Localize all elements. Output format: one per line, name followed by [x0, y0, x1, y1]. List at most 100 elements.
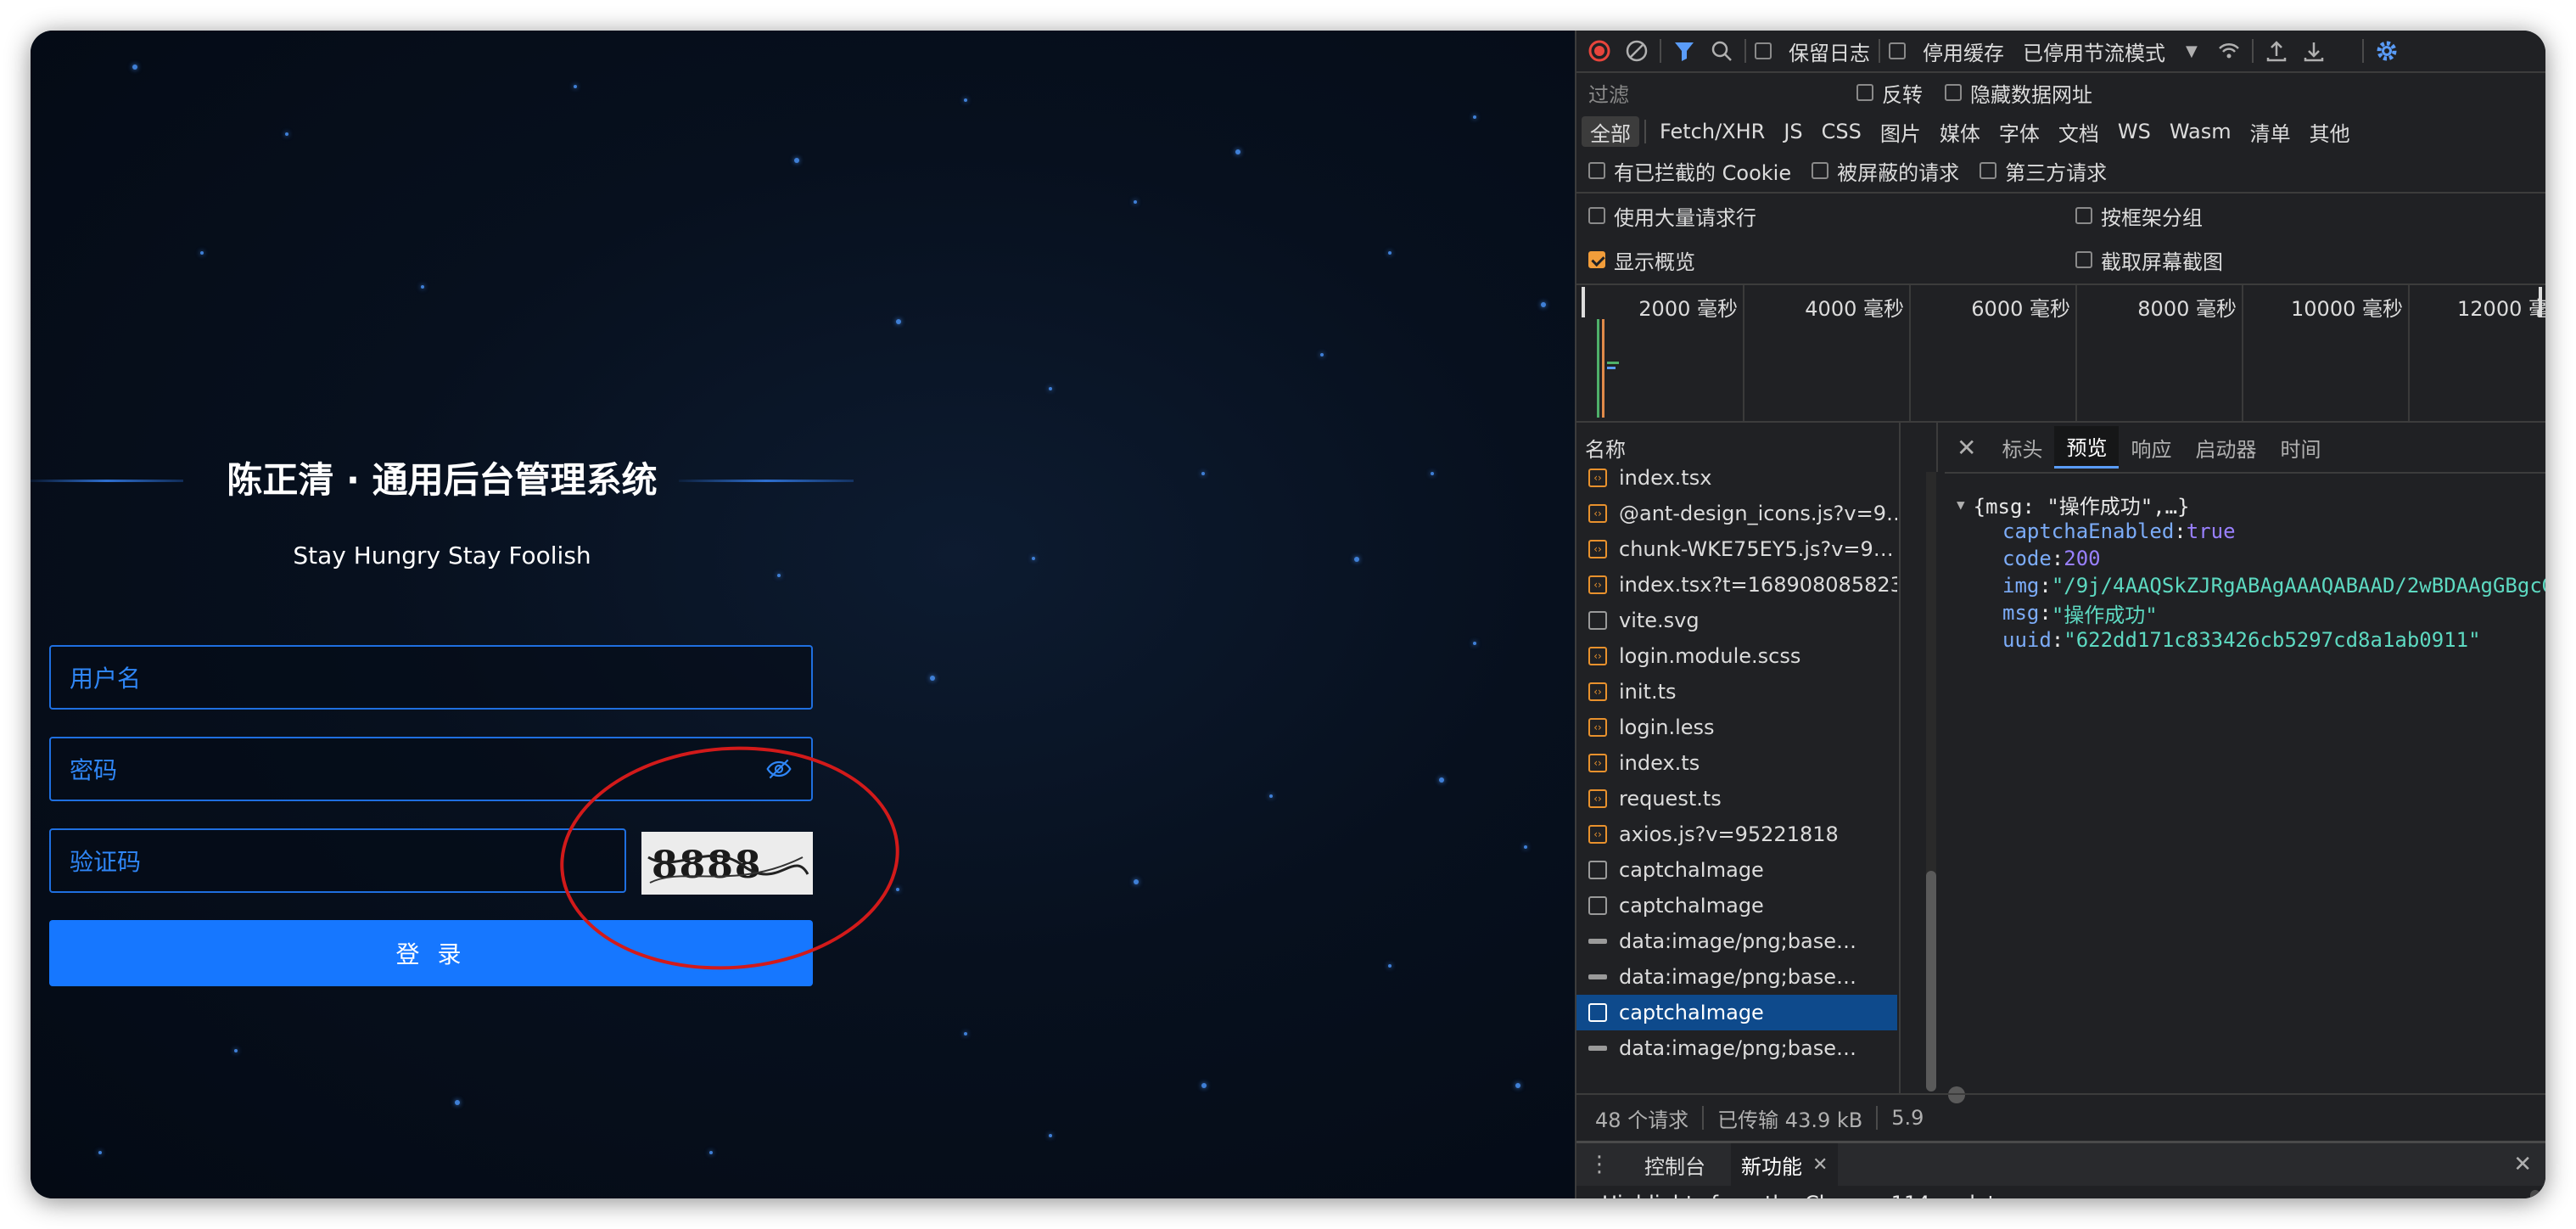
blocked-cookies-checkbox[interactable]	[1588, 162, 1605, 179]
type-filter-2[interactable]: JS	[1775, 116, 1811, 147]
show-overview-checkbox[interactable]	[1588, 251, 1605, 268]
whats-new-headline[interactable]: Highlights from the Chrome 114 update	[1602, 1192, 2008, 1198]
scrollbar-thumb[interactable]	[1926, 871, 1936, 1092]
preview-field-row[interactable]: captchaEnabled: true	[1945, 518, 2545, 545]
request-row[interactable]: ‹› login.module.scss	[1576, 638, 1897, 674]
export-har-icon[interactable]	[2299, 36, 2328, 65]
import-har-icon[interactable]	[2262, 36, 2291, 65]
close-drawer-icon[interactable]: ✕	[2513, 1152, 2532, 1177]
preview-field-row[interactable]: code: 200	[1945, 545, 2545, 572]
type-filter-9[interactable]: Wasm	[2161, 116, 2240, 147]
request-row[interactable]: vite.svg	[1576, 603, 1897, 638]
request-row[interactable]: ‹› chunk-WKE75EY5.js?v=9…	[1576, 531, 1897, 567]
page-title: 陈正清 · 通用后台管理系统	[227, 459, 658, 501]
timeline-tick-label: 6000 毫秒	[1971, 297, 2070, 321]
chevron-down-icon[interactable]: ▼	[2186, 42, 2198, 60]
request-row[interactable]: data:image/png;base…	[1576, 959, 1897, 995]
type-filter-7[interactable]: 文档	[2050, 116, 2108, 147]
request-name: index.tsx?t=1689080858232	[1619, 573, 1897, 597]
big-request-rows-checkbox[interactable]	[1588, 207, 1605, 224]
request-row[interactable]: ‹› index.tsx?t=1689080858232	[1576, 567, 1897, 603]
request-row[interactable]: ‹› index.tsx	[1576, 460, 1897, 496]
timeline-tick-label: 12000 毫秒	[2457, 297, 2545, 321]
preview-field-row[interactable]: msg: "操作成功"	[1945, 599, 2545, 627]
filter-icon[interactable]	[1670, 36, 1699, 65]
close-tab-icon[interactable]: ✕	[1812, 1154, 1828, 1176]
request-name: login.module.scss	[1619, 644, 1801, 668]
preserve-log-label: 保留日志	[1789, 41, 1870, 65]
column-divider[interactable]	[1899, 423, 1901, 1093]
star	[98, 1151, 102, 1154]
request-row[interactable]: ‹› request.ts	[1576, 781, 1897, 817]
request-name: captchaImage	[1619, 858, 1764, 882]
type-filter-6[interactable]: 字体	[1991, 116, 2048, 147]
detail-tab-1[interactable]: 预览	[2054, 426, 2120, 469]
type-filter-3[interactable]: CSS	[1813, 116, 1870, 147]
type-filter-11[interactable]: 其他	[2301, 116, 2359, 147]
captcha-input[interactable]: 验证码	[49, 828, 626, 893]
whats-new-content: Highlights from the Chrome 114 update	[1576, 1187, 2545, 1198]
type-filter-1[interactable]: Fetch/XHR	[1651, 116, 1773, 147]
detail-tab-2[interactable]: 响应	[2119, 426, 2183, 469]
request-row[interactable]: ‹› @ant-design_icons.js?v=9…	[1576, 496, 1897, 531]
preview-field-row[interactable]: img: "/9j/4AAQSkZJRgABAgAAAQABAAD/2wBDAA…	[1945, 572, 2545, 599]
type-filter-4[interactable]: 图片	[1872, 116, 1929, 147]
request-row[interactable]: ‹› init.ts	[1576, 674, 1897, 710]
timeline-bar	[1607, 362, 1619, 364]
preserve-log-checkbox[interactable]	[1755, 42, 1772, 59]
star	[1134, 879, 1139, 884]
request-name: axios.js?v=95221818	[1619, 822, 1839, 846]
preview-field-row[interactable]: uuid: "622dd171c833426cb5297cd8a1ab0911"	[1945, 626, 2545, 654]
preview-summary-row[interactable]: ▼ {msg: "操作成功",…}	[1945, 491, 2545, 519]
request-row[interactable]: captchaImage	[1576, 852, 1897, 888]
invert-checkbox[interactable]	[1856, 84, 1873, 101]
drawer-tab-whats-new[interactable]: 新功能 ✕	[1731, 1143, 1839, 1186]
request-row[interactable]: captchaImage	[1576, 888, 1897, 923]
network-conditions-icon[interactable]	[2215, 36, 2243, 65]
request-row[interactable]: ‹› axios.js?v=95221818	[1576, 817, 1897, 852]
search-icon[interactable]	[1707, 36, 1736, 65]
drawer-tab-console[interactable]: 控制台	[1634, 1150, 1716, 1180]
settings-gear-icon[interactable]	[2372, 36, 2401, 65]
group-by-frame-checkbox[interactable]	[2075, 207, 2092, 224]
request-row[interactable]: data:image/png;base…	[1576, 1030, 1897, 1066]
request-name: login.less	[1619, 716, 1715, 739]
detail-tab-3[interactable]: 启动器	[2183, 426, 2268, 469]
request-row[interactable]: captchaImage	[1576, 995, 1897, 1030]
detail-tab-0[interactable]: 标头	[1990, 426, 2054, 469]
star	[285, 132, 288, 136]
timeline-handle-left[interactable]	[1582, 287, 1585, 317]
request-row[interactable]: ‹› login.less	[1576, 710, 1897, 745]
detail-tab-4[interactable]: 时间	[2268, 426, 2332, 469]
record-stop-icon[interactable]	[1585, 36, 1614, 65]
star	[1032, 557, 1035, 560]
star	[200, 251, 204, 255]
star	[1431, 472, 1434, 475]
close-detail-icon[interactable]: ✕	[1957, 434, 1976, 462]
preview-field-value: "/9j/4AAQSkZJRgABAgAAAQABAAD/2wBDAAgGBgc…	[2051, 574, 2545, 598]
hide-data-urls-checkbox[interactable]	[1945, 84, 1962, 101]
username-input[interactable]: 用户名	[49, 645, 813, 710]
third-party-checkbox[interactable]	[1980, 162, 1997, 179]
request-row[interactable]: ‹› index.ts	[1576, 745, 1897, 781]
clear-icon[interactable]	[1622, 36, 1651, 65]
blocked-requests-checkbox[interactable]	[1812, 162, 1829, 179]
drawer-scrollbar[interactable]	[2530, 1190, 2540, 1198]
throttling-select[interactable]: 已停用节流模式	[2023, 36, 2165, 66]
capture-screenshots-checkbox[interactable]	[2075, 251, 2092, 268]
disable-cache-checkbox[interactable]	[1889, 42, 1906, 59]
request-list-scrollbar[interactable]	[1926, 472, 1936, 1092]
request-row[interactable]: data:image/png;base…	[1576, 923, 1897, 959]
expand-triangle-icon[interactable]: ▼	[1957, 497, 1965, 513]
star	[1515, 1083, 1520, 1088]
type-filter-8[interactable]: WS	[2109, 116, 2159, 147]
star	[1269, 794, 1273, 798]
more-menu-icon[interactable]: ⋮	[1588, 1152, 1610, 1177]
filter-input[interactable]: 过滤	[1588, 78, 1856, 108]
timeline-handle-right[interactable]	[2539, 287, 2542, 317]
star	[1388, 964, 1392, 968]
script-file-icon: ‹›	[1588, 504, 1607, 523]
type-filter-0[interactable]: 全部	[1582, 116, 1639, 147]
type-filter-10[interactable]: 清单	[2242, 116, 2299, 147]
type-filter-5[interactable]: 媒体	[1931, 116, 1989, 147]
